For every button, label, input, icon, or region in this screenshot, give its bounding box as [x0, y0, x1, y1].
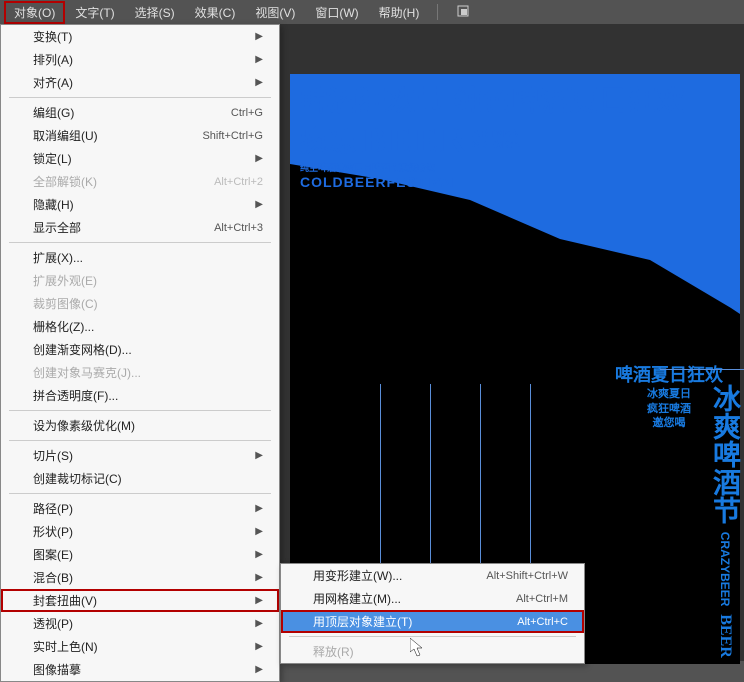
- guide-line: [660, 369, 744, 370]
- headline-1: 啤酒狂欢节 纯色啤酒夏日狂欢: [300, 79, 730, 119]
- menubar-divider: [437, 4, 438, 20]
- menu-expand-appearance: 扩展外观(E): [1, 269, 279, 292]
- chevron-right-icon: ▶: [255, 664, 263, 675]
- menubar-effect[interactable]: 效果(C): [185, 1, 246, 24]
- menu-lock[interactable]: 锁定(L)▶: [1, 147, 279, 170]
- chevron-right-icon: ▶: [255, 199, 263, 210]
- vertical-artwork: 冰爽啤酒节 CRAZYBEER BEER: [709, 384, 740, 658]
- menu-ungroup[interactable]: 取消编组(U)Shift+Ctrl+G: [1, 124, 279, 147]
- menu-group[interactable]: 编组(G)Ctrl+G: [1, 101, 279, 124]
- chevron-right-icon: ▶: [255, 526, 263, 537]
- menu-unlock-all: 全部解锁(K)Alt+Ctrl+2: [1, 170, 279, 193]
- cold-text: COLDBEERFESTIVAL: [300, 174, 730, 190]
- menubar-text[interactable]: 文字(T): [65, 1, 124, 24]
- chevron-right-icon: ▶: [255, 450, 263, 461]
- menubar-help[interactable]: 帮助(H): [369, 1, 430, 24]
- menu-envelope-distort[interactable]: 封套扭曲(V)▶: [1, 589, 279, 612]
- menu-hide[interactable]: 隐藏(H)▶: [1, 193, 279, 216]
- menu-arrange[interactable]: 排列(A)▶: [1, 48, 279, 71]
- menu-blend[interactable]: 混合(B)▶: [1, 566, 279, 589]
- menu-flatten-transparency[interactable]: 拼合透明度(F)...: [1, 384, 279, 407]
- menu-expand[interactable]: 扩展(X)...: [1, 246, 279, 269]
- menu-crop-image: 裁剪图像(C): [1, 292, 279, 315]
- menu-align[interactable]: 对齐(A)▶: [1, 71, 279, 94]
- artwork-text: 啤酒狂欢节 纯色啤酒夏日狂欢 疯凉 BEER ARTMAN SDESIGN 纯生…: [300, 79, 730, 190]
- menubar-select[interactable]: 选择(S): [125, 1, 185, 24]
- menu-show-all[interactable]: 显示全部Alt+Ctrl+3: [1, 216, 279, 239]
- submenu-make-with-warp[interactable]: 用变形建立(W)...Alt+Shift+Ctrl+W: [281, 564, 584, 587]
- v-crazy: CRAZYBEER: [718, 532, 732, 607]
- menubar: 对象(O) 文字(T) 选择(S) 效果(C) 视图(V) 窗口(W) 帮助(H…: [0, 0, 744, 24]
- cursor-icon: [410, 638, 426, 663]
- chevron-right-icon: ▶: [255, 572, 263, 583]
- menu-trim-marks[interactable]: 创建裁切标记(C): [1, 467, 279, 490]
- menu-separator: [9, 440, 271, 441]
- menu-shape[interactable]: 形状(P)▶: [1, 520, 279, 543]
- menubar-window[interactable]: 窗口(W): [305, 1, 368, 24]
- menubar-view[interactable]: 视图(V): [245, 1, 305, 24]
- chevron-right-icon: ▶: [255, 549, 263, 560]
- chevron-right-icon: ▶: [255, 31, 263, 42]
- chevron-right-icon: ▶: [255, 153, 263, 164]
- menu-path[interactable]: 路径(P)▶: [1, 497, 279, 520]
- chevron-right-icon: ▶: [255, 54, 263, 65]
- chevron-right-icon: ▶: [255, 641, 263, 652]
- menu-separator: [9, 97, 271, 98]
- menu-pattern[interactable]: 图案(E)▶: [1, 543, 279, 566]
- menu-perspective[interactable]: 透视(P)▶: [1, 612, 279, 635]
- beer-word: BEER: [362, 119, 468, 161]
- submenu-release: 释放(R): [281, 640, 584, 663]
- chevron-right-icon: ▶: [255, 503, 263, 514]
- menu-separator: [289, 636, 576, 637]
- menu-live-paint[interactable]: 实时上色(N)▶: [1, 635, 279, 658]
- v-bing: 冰爽啤酒节: [710, 384, 741, 524]
- menu-image-trace[interactable]: 图像描摹▶: [1, 658, 279, 681]
- chevron-right-icon: ▶: [255, 618, 263, 629]
- menu-object-mosaic: 创建对象马赛克(J)...: [1, 361, 279, 384]
- menu-transform[interactable]: 变换(T)▶: [1, 25, 279, 48]
- menu-gradient-mesh[interactable]: 创建渐变网格(D)...: [1, 338, 279, 361]
- menu-separator: [9, 242, 271, 243]
- menubar-tool-icon[interactable]: [446, 1, 480, 24]
- v-beer: BEER: [717, 614, 734, 658]
- headline-2a: 疯凉: [300, 120, 358, 160]
- chevron-right-icon: ▶: [255, 77, 263, 88]
- sdesign-text: SDESIGN: [472, 140, 522, 151]
- chevron-right-icon: ▶: [255, 595, 263, 606]
- menubar-object[interactable]: 对象(O): [4, 1, 65, 24]
- submenu-make-with-top[interactable]: 用顶层对象建立(T)Alt+Ctrl+C: [281, 610, 584, 633]
- envelope-submenu: 用变形建立(W)...Alt+Shift+Ctrl+W 用网格建立(M)...A…: [280, 563, 585, 664]
- menu-pixel-perfect[interactable]: 设为像素级优化(M): [1, 414, 279, 437]
- subline-1: 纯生啤酒清爽夏日啤酒节邀您畅饮: [300, 161, 730, 174]
- menu-slice[interactable]: 切片(S)▶: [1, 444, 279, 467]
- submenu-make-with-mesh[interactable]: 用网格建立(M)...Alt+Ctrl+M: [281, 587, 584, 610]
- menu-separator: [9, 410, 271, 411]
- menu-separator: [9, 493, 271, 494]
- object-menu: 变换(T)▶ 排列(A)▶ 对齐(A)▶ 编组(G)Ctrl+G 取消编组(U)…: [0, 24, 280, 682]
- menu-rasterize[interactable]: 栅格化(Z)...: [1, 315, 279, 338]
